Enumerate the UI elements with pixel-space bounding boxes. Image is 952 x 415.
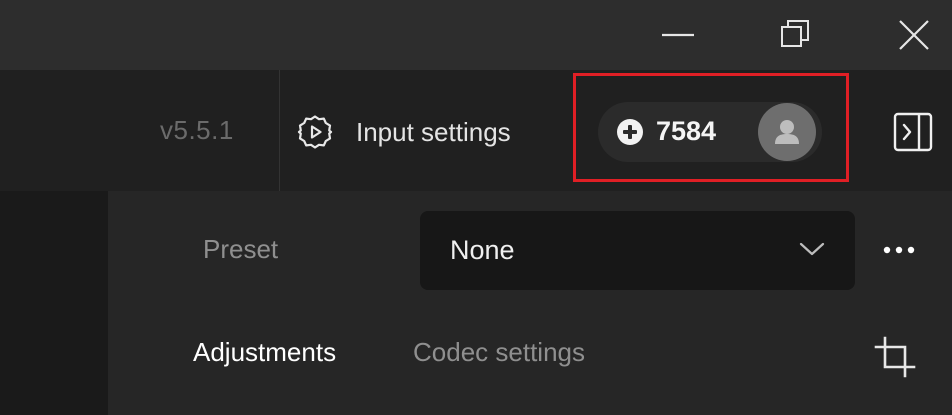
more-horizontal-icon bbox=[883, 246, 915, 254]
preset-more-button[interactable] bbox=[876, 230, 922, 270]
minimize-icon bbox=[662, 33, 694, 37]
input-settings-button[interactable]: Input settings bbox=[296, 104, 511, 160]
credits-count: 7584 bbox=[656, 116, 717, 146]
preset-dropdown[interactable]: None bbox=[420, 211, 855, 290]
preset-label: Preset bbox=[203, 234, 279, 264]
sidebar-toggle-button[interactable] bbox=[892, 111, 934, 153]
restore-icon bbox=[781, 20, 809, 47]
sidebar-toggle-icon bbox=[893, 112, 933, 152]
crop-button[interactable] bbox=[872, 334, 918, 380]
tab-codec-settings[interactable]: Codec settings bbox=[413, 337, 585, 368]
credits-pill[interactable]: 7584 bbox=[598, 102, 822, 162]
tab-adjustments[interactable]: Adjustments bbox=[193, 337, 336, 368]
plus-circle-icon bbox=[617, 119, 643, 145]
input-settings-label: Input settings bbox=[356, 116, 511, 147]
restore-button[interactable] bbox=[766, 0, 826, 70]
title-bar bbox=[0, 0, 952, 70]
close-icon bbox=[899, 20, 929, 50]
preset-value: None bbox=[450, 235, 515, 265]
left-panel bbox=[0, 191, 108, 415]
crop-icon bbox=[874, 336, 916, 378]
minimize-button[interactable] bbox=[648, 0, 708, 70]
version-label: v5.5.1 bbox=[160, 115, 234, 145]
close-button[interactable] bbox=[884, 0, 944, 70]
gear-play-icon bbox=[297, 115, 333, 149]
toolbar-divider bbox=[279, 70, 280, 191]
user-icon bbox=[775, 120, 799, 144]
avatar[interactable] bbox=[758, 103, 816, 161]
chevron-down-icon bbox=[799, 242, 825, 256]
